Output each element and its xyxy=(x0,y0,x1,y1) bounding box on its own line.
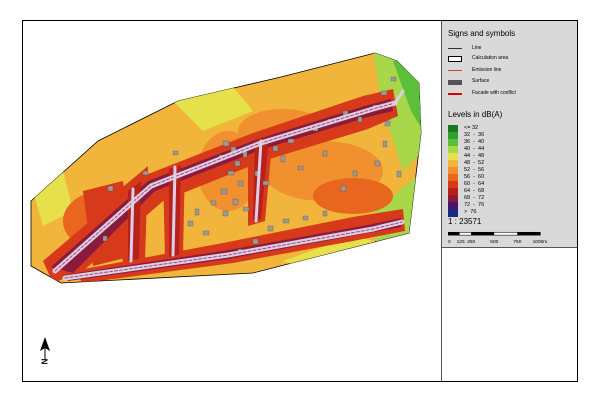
emission-line-symbol-icon xyxy=(448,70,462,71)
legend-facade-conflict-label: Facade with conflict xyxy=(472,90,516,96)
level-label: 40 - 44 xyxy=(464,146,485,152)
scalebar: 0 125 250 500 750 1000 m xyxy=(448,231,547,245)
legend-line-label: Line xyxy=(472,45,482,51)
legend-panel: Signs and symbols Line Calculation area … xyxy=(441,21,577,381)
map-frame: N Signs and symbols Line Calculation are… xyxy=(22,20,578,382)
legend-line: Line xyxy=(448,45,574,54)
level-label: <= 32 xyxy=(464,125,479,131)
scalebar-tick: 0 xyxy=(448,239,451,245)
level-label: 48 - 52 xyxy=(464,160,485,166)
calculation-area-symbol-icon xyxy=(448,56,462,62)
line-symbol-icon xyxy=(448,48,462,49)
noise-map-canvas xyxy=(30,52,422,284)
level-label: 64 - 68 xyxy=(464,188,485,194)
legend-facade-conflict: Facade with conflict xyxy=(448,90,574,99)
level-label: 68 - 72 xyxy=(464,195,485,201)
scalebar-tick: 125 xyxy=(457,239,465,245)
scalebar-tick: 750 xyxy=(513,239,521,245)
legend-surface: Surface xyxy=(448,78,574,87)
north-arrow-icon xyxy=(40,337,50,359)
north-label: N xyxy=(39,358,49,365)
symbols-title: Signs and symbols xyxy=(448,29,516,38)
levels-title: Levels in dB(A) xyxy=(448,110,503,119)
level-label: 32 - 36 xyxy=(464,132,485,138)
level-label: 44 - 48 xyxy=(464,153,485,159)
scalebar-unit: m xyxy=(543,240,547,245)
level-row: > 76 xyxy=(448,209,518,217)
legend-calculation-area: Calculation area xyxy=(448,55,574,64)
legend-emission-line-label: Emission line xyxy=(472,67,502,73)
facade-conflict-symbol-icon xyxy=(448,93,462,95)
legend-calculation-area-label: Calculation area xyxy=(472,55,509,61)
legend-box: Signs and symbols Line Calculation area … xyxy=(442,21,577,248)
level-label: 56 - 60 xyxy=(464,174,485,180)
scalebar-tick: 500 xyxy=(490,239,498,245)
level-label: > 76 xyxy=(464,209,477,215)
level-label: 52 - 56 xyxy=(464,167,485,173)
legend-emission-line: Emission line xyxy=(448,67,574,76)
noise-map: N xyxy=(23,21,441,381)
scale-ratio: 1 : 23571 xyxy=(448,217,482,226)
north-arrow: N xyxy=(39,337,51,376)
level-label: 36 - 40 xyxy=(464,139,485,145)
level-label: 60 - 64 xyxy=(464,181,485,187)
level-swatch xyxy=(448,209,458,217)
scalebar-tick: 1000 xyxy=(533,239,544,245)
level-label: 72 - 76 xyxy=(464,202,485,208)
legend-surface-label: Surface xyxy=(472,78,490,84)
surface-symbol-icon xyxy=(448,80,462,85)
scalebar-tick: 250 xyxy=(467,239,475,245)
